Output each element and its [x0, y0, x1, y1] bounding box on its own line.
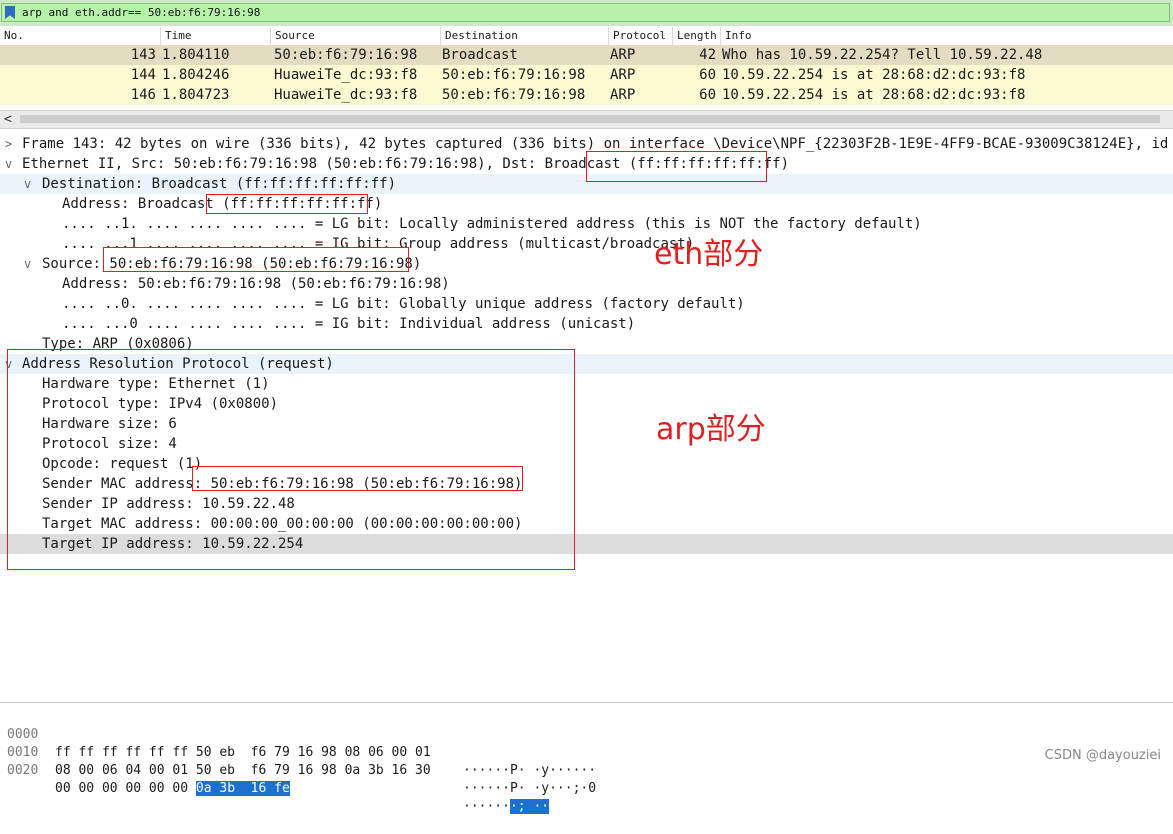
bookmark-icon[interactable]: [5, 6, 15, 19]
packet-time: 1.804723: [162, 87, 230, 103]
packet-protocol: ARP: [610, 47, 636, 63]
watermark: CSDN @dayouziei: [1044, 748, 1161, 763]
hex-bytes-selected: 0a 3b 16 fe: [195, 781, 290, 796]
annotation-box-source: [103, 247, 409, 272]
packet-source: 50:eb:f6:79:16:98: [274, 47, 418, 63]
packet-row[interactable]: 143 1.804110 50:eb:f6:79:16:98 Broadcast…: [0, 45, 1173, 65]
hex-ascii-plain: ······: [463, 799, 510, 814]
chevron-down-icon[interactable]: v: [5, 154, 12, 174]
packet-info: 10.59.22.254 is at 28:68:d2:dc:93:f8: [722, 87, 1026, 103]
column-header-time[interactable]: Time: [160, 27, 270, 45]
packet-info: 10.59.22.254 is at 28:68:d2:dc:93:f8: [722, 67, 1026, 83]
scroll-left-icon[interactable]: <: [4, 111, 12, 128]
detail-text: .... ..1. .... .... .... .... = LG bit: …: [62, 216, 922, 232]
hex-ascii: ·······; ··: [463, 798, 550, 816]
annotation-box-arp: [7, 349, 575, 570]
detail-text: Destination: Broadcast (ff:ff:ff:ff:ff:f…: [42, 176, 397, 192]
column-header-source[interactable]: Source: [270, 27, 440, 45]
packet-source: HuaweiTe_dc:93:f8: [274, 67, 418, 83]
annotation-arp-label: arp部分: [656, 412, 766, 447]
packet-row[interactable]: 146 1.804723 HuaweiTe_dc:93:f8 50:eb:f6:…: [0, 85, 1173, 105]
hex-offset: 0020: [7, 763, 39, 778]
packet-destination: 50:eb:f6:79:16:98: [442, 67, 586, 83]
packet-no: 143: [130, 47, 156, 63]
display-filter-bar: arp and eth.addr== 50:eb:f6:79:16:98: [0, 0, 1173, 26]
hex-bytes: 08 00 06 04 00 01 50 eb f6 79 16 98 0a 3…: [55, 763, 431, 778]
hex-bytes: ff ff ff ff ff ff 50 eb f6 79 16 98 08 0…: [55, 745, 431, 760]
packet-bytes-pane: 0000 ff ff ff ff ff ff 50 eb f6 79 16 98…: [0, 702, 1173, 814]
packet-length: 60: [699, 67, 716, 83]
detail-src-lg-bit[interactable]: .... ..0. .... .... .... .... = LG bit: …: [0, 294, 1173, 314]
detail-dst-address[interactable]: Address: Broadcast (ff:ff:ff:ff:ff:ff): [0, 194, 1173, 214]
detail-text: .... ..0. .... .... .... .... = LG bit: …: [62, 296, 745, 312]
detail-src-ig-bit[interactable]: .... ...0 .... .... .... .... = IG bit: …: [0, 314, 1173, 334]
hex-bytes: 00 00 00 00 00 00 0a 3b 16 fe: [55, 780, 290, 798]
hex-row[interactable]: 0000 ff ff ff ff ff ff 50 eb f6 79 16 98…: [0, 708, 596, 778]
chevron-down-icon[interactable]: v: [24, 174, 31, 194]
annotation-box-sender-mac: [192, 466, 523, 491]
packet-time: 1.804246: [162, 67, 230, 83]
packet-protocol: ARP: [610, 67, 636, 83]
hex-row[interactable]: 0010 08 00 06 04 00 01 50 eb f6 79 16 98…: [0, 726, 596, 796]
packet-no: 146: [130, 87, 156, 103]
expand-right-icon[interactable]: >: [5, 134, 12, 154]
packet-length: 42: [699, 47, 716, 63]
column-header-protocol[interactable]: Protocol: [608, 27, 672, 45]
detail-text: .... ...0 .... .... .... .... = IG bit: …: [62, 316, 636, 332]
hex-row[interactable]: 0020 00 00 00 00 00 00 0a 3b 16 fe ·····…: [0, 744, 550, 814]
packet-destination: Broadcast: [442, 47, 518, 63]
detail-src-address[interactable]: Address: 50:eb:f6:79:16:98 (50:eb:f6:79:…: [0, 274, 1173, 294]
packet-protocol: ARP: [610, 87, 636, 103]
packet-list-header: No. Time Source Destination Protocol Len…: [0, 27, 1173, 46]
column-header-info[interactable]: Info: [720, 27, 1173, 45]
packet-row[interactable]: 144 1.804246 HuaweiTe_dc:93:f8 50:eb:f6:…: [0, 65, 1173, 85]
hex-bytes-plain: 00 00 00 00 00 00: [55, 781, 196, 796]
hex-ascii-selected: ·; ··: [509, 799, 550, 814]
scroll-thumb[interactable]: [20, 115, 1160, 123]
hex-ascii: ······P· ·y······: [463, 763, 597, 778]
packet-source: HuaweiTe_dc:93:f8: [274, 87, 418, 103]
packet-info: Who has 10.59.22.254? Tell 10.59.22.48: [722, 47, 1043, 63]
packet-destination: 50:eb:f6:79:16:98: [442, 87, 586, 103]
column-header-no[interactable]: No.: [0, 27, 160, 45]
detail-text: Address: 50:eb:f6:79:16:98 (50:eb:f6:79:…: [62, 276, 450, 292]
packet-length: 60: [699, 87, 716, 103]
column-header-destination[interactable]: Destination: [440, 27, 608, 45]
detail-dst-lg-bit[interactable]: .... ..1. .... .... .... .... = LG bit: …: [0, 214, 1173, 234]
annotation-box-eth-dst: [586, 151, 767, 182]
packet-no: 144: [130, 67, 156, 83]
display-filter-input[interactable]: arp and eth.addr== 50:eb:f6:79:16:98: [1, 3, 1170, 22]
annotation-eth-label: eth部分: [654, 237, 764, 272]
packet-time: 1.804110: [162, 47, 230, 63]
column-header-length[interactable]: Length: [672, 27, 720, 45]
annotation-box-dst-address: [206, 194, 368, 214]
hex-ascii: ······P· ·y···;·0: [463, 781, 597, 796]
filter-text: arp and eth.addr== 50:eb:f6:79:16:98: [22, 6, 261, 19]
packet-list-hscrollbar[interactable]: <: [0, 110, 1173, 129]
chevron-down-icon[interactable]: v: [24, 254, 31, 274]
